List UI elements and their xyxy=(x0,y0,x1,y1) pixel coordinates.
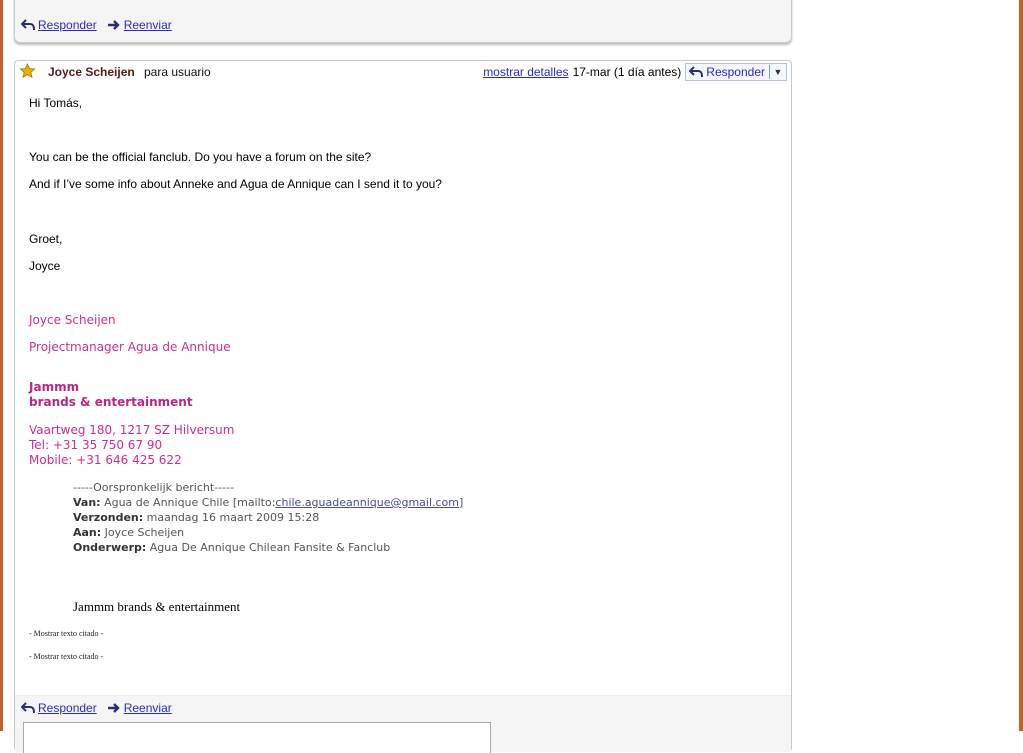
window-frame-right xyxy=(1019,0,1023,731)
header-right: mostrar detalles 17-mar (1 día antes) Re… xyxy=(483,63,787,81)
show-details-link[interactable]: mostrar detalles xyxy=(483,65,568,79)
previous-message-actions: Responder Reenviar xyxy=(21,18,172,32)
body-line: And if I’ve some info about Anneke and A… xyxy=(29,177,442,191)
reply-icon xyxy=(21,702,35,714)
original-subject-label: Onderwerp: xyxy=(73,541,147,554)
company-serif-line: Jammm brands & entertainment xyxy=(73,599,241,614)
reply-icon xyxy=(689,66,704,78)
forward-link[interactable]: Reenviar xyxy=(124,701,172,715)
original-subject-value: Agua De Annique Chilean Fansite & Fanclu… xyxy=(149,541,391,554)
footer-actions: Responder Reenviar xyxy=(21,701,172,715)
body-line: Joyce xyxy=(29,259,61,273)
signature-company: brands & entertainment xyxy=(29,395,193,409)
reply-input-box[interactable] xyxy=(23,722,491,753)
show-quoted-text-link[interactable]: - Mostrar texto citado - xyxy=(29,629,103,638)
original-from-value: Agua de Annique Chile [mailto: xyxy=(104,496,276,509)
signature-address: Vaartweg 180, 1217 SZ Hilversum xyxy=(29,423,235,437)
forward-action[interactable]: Reenviar xyxy=(107,701,172,715)
original-to: Aan: Joyce Scheijen xyxy=(73,526,184,539)
forward-icon xyxy=(107,20,120,30)
original-from: Van: Agua de Annique Chile [mailto:chile… xyxy=(73,496,463,509)
forward-link[interactable]: Reenviar xyxy=(124,18,172,32)
original-from-email[interactable]: chile.aguadeannique@gmail.com xyxy=(275,496,459,509)
signature-role: Projectmanager Agua de Annique xyxy=(29,340,231,354)
body-line: Hi Tomás, xyxy=(29,96,83,110)
reply-action[interactable]: Responder xyxy=(21,701,97,715)
dropdown-arrow-icon[interactable]: ▼ xyxy=(770,67,786,77)
original-message-header: -----Oorspronkelijk bericht----- xyxy=(73,481,235,494)
body-line: You can be the official fanclub. Do you … xyxy=(29,150,372,164)
star-icon[interactable] xyxy=(19,63,36,79)
message-footer: Responder Reenviar xyxy=(15,695,791,753)
show-quoted-text-link[interactable]: - Mostrar texto citado - xyxy=(29,652,103,661)
original-sent-label: Verzonden: xyxy=(73,511,144,524)
signature-tel: Tel: +31 35 750 67 90 xyxy=(29,438,163,452)
message-header[interactable]: Joyce Scheijen para usuario mostrar deta… xyxy=(15,61,791,83)
original-from-label: Van: xyxy=(73,496,101,509)
forward-icon xyxy=(107,703,120,713)
recipient-text: para usuario xyxy=(144,65,211,79)
reply-action[interactable]: Responder xyxy=(21,18,97,32)
reply-link[interactable]: Responder xyxy=(38,701,97,715)
previous-message-footer: Responder Reenviar xyxy=(14,0,792,43)
signature-company: Jammm xyxy=(29,380,80,394)
window-frame-left xyxy=(0,0,3,731)
reply-button[interactable]: Responder xyxy=(706,65,770,79)
message-card: Joyce Scheijen para usuario mostrar deta… xyxy=(14,60,792,753)
forward-action[interactable]: Reenviar xyxy=(107,18,172,32)
signature-name: Joyce Scheijen xyxy=(29,313,116,327)
original-sent-value: maandag 16 maart 2009 15:28 xyxy=(146,511,320,524)
original-from-close: ] xyxy=(459,496,464,509)
message-date: 17-mar (1 día antes) xyxy=(572,65,682,79)
original-to-label: Aan: xyxy=(73,526,102,539)
reply-button-group: Responder ▼ xyxy=(685,63,787,81)
original-sent: Verzonden: maandag 16 maart 2009 15:28 xyxy=(73,511,319,524)
reply-icon xyxy=(21,19,35,31)
body-line: Groet, xyxy=(29,232,63,246)
signature-mobile: Mobile: +31 646 425 622 xyxy=(29,453,182,467)
original-subject: Onderwerp: Agua De Annique Chilean Fansi… xyxy=(73,541,390,554)
original-to-value: Joyce Scheijen xyxy=(104,526,185,539)
sender-name: Joyce Scheijen xyxy=(48,65,135,79)
reply-link[interactable]: Responder xyxy=(38,18,97,32)
